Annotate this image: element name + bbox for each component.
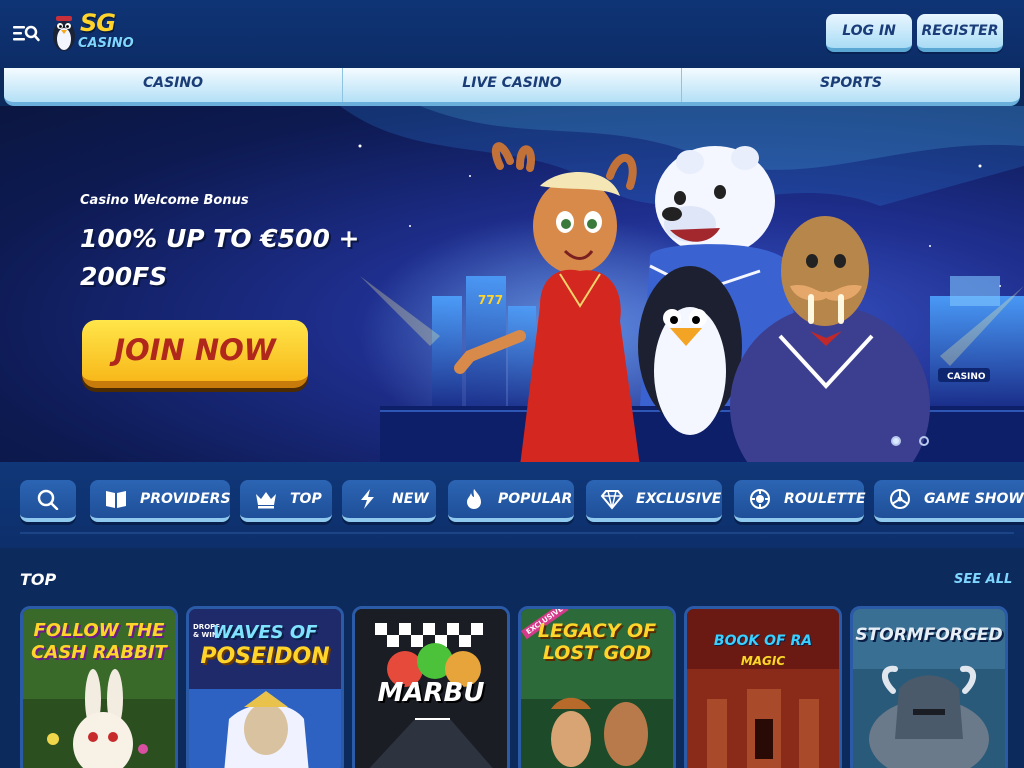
game-title-line2: POSEIDON [200,644,330,669]
lightning-icon [361,489,374,509]
tab-casino[interactable]: CASINO [4,68,343,102]
category-roulette[interactable]: ROULETTE [734,480,866,522]
hero-title: 100% UP TO €500 + 200FS [80,224,360,291]
game-title-line2: MAGIC [740,654,786,668]
tab-live-casino[interactable]: LIVE CASINO [343,68,682,102]
hero-subtitle: Casino Welcome Bonus [80,193,249,208]
category-new[interactable]: NEW [342,480,436,522]
category-label: PROVIDERS [140,491,231,507]
search-button[interactable] [20,480,76,522]
category-label: GAME SHOWS [924,491,1024,507]
game-title-line2: LOST GOD [542,642,652,664]
category-providers[interactable]: PROVIDERS [90,480,231,522]
penguin-logo-icon [53,16,75,51]
site-logo[interactable]: SG CASINO [50,9,142,58]
register-button[interactable]: REGISTER [917,14,1003,52]
search-icon [37,489,59,510]
top-games-section: TOP SEE ALL FOLLOW THE CASH RABBIT DROPS… [0,548,1024,768]
game-title-line1: WAVES OF [212,622,318,643]
category-exclusive[interactable]: EXCLUSIVE [586,480,722,522]
crown-icon [256,492,276,509]
book-icon [106,491,126,508]
carousel-dot-1[interactable] [891,436,901,446]
game-tile-waves-of-poseidon[interactable]: DROPS & WINS WAVES OF POSEIDON [186,606,344,768]
game-title-line2: CASH RABBIT [31,642,167,663]
logo-text-sub: CASINO [78,36,134,51]
section-title: TOP [20,570,57,589]
game-tile-legacy-of-lost-god[interactable]: EXCLUSIVE LEGACY OF LOST GOD [518,606,676,768]
game-tile-follow-the-cash-rabbit[interactable]: FOLLOW THE CASH RABBIT [20,606,178,768]
category-label: EXCLUSIVE [636,491,722,507]
category-popular[interactable]: POPULAR [448,480,574,522]
login-button[interactable]: LOG IN [826,14,912,52]
category-divider [20,532,1014,534]
category-label: POPULAR [498,491,573,507]
roulette-icon [750,489,770,509]
category-bar: PROVIDERS TOP NEW POPULAR EXCLUSIVE ROUL… [0,462,1024,548]
join-now-button[interactable]: JOIN NOW [82,320,308,388]
flame-icon [467,489,481,509]
game-title-line1: BOOK OF RA [713,633,813,649]
game-title-line1: LEGACY OF [537,620,657,642]
game-tile-marbu[interactable]: MARBU [352,606,510,768]
game-title-line1: STORMFORGED [855,625,1003,645]
tab-sports[interactable]: SPORTS [682,68,1020,102]
hero-banner[interactable]: 777 CASINO Casino Welcome Bonus 100% UP … [0,106,1024,466]
game-title-line1: MARBU [377,678,485,708]
see-all-link[interactable]: SEE ALL [954,572,1012,587]
category-label: ROULETTE [784,491,866,507]
diamond-icon [600,490,624,510]
game-tile-book-of-ra-magic[interactable]: BOOK OF RA MAGIC [684,606,842,768]
menu-search-icon[interactable] [10,20,42,48]
category-label: NEW [392,491,429,507]
category-game-shows[interactable]: GAME SHOWS [874,480,1024,522]
site-header: SG CASINO LOG IN REGISTER [0,0,1024,68]
svg-text:CASINO: CASINO [947,372,986,382]
category-top[interactable]: TOP [240,480,332,522]
svg-text:777: 777 [478,293,503,307]
logo-text-main: SG [80,9,116,37]
carousel-dot-2[interactable] [919,436,929,446]
game-title-line1: FOLLOW THE [33,620,165,641]
category-label: TOP [290,491,322,507]
main-nav: CASINO LIVE CASINO SPORTS [4,68,1020,106]
wheel-icon [890,489,910,509]
game-tile-stormforged[interactable]: STORMFORGED [850,606,1008,768]
